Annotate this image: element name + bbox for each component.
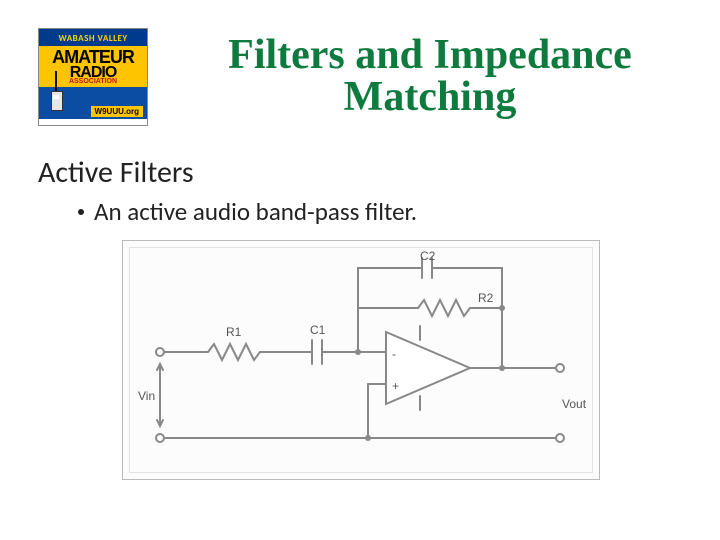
circuit-diagram: - + R1 C1 C2 R2 Vin Vout	[122, 240, 600, 480]
c2-label: C2	[420, 249, 436, 263]
r1-label: R1	[226, 325, 242, 339]
circuit-svg: - + R1 C1 C2 R2 Vin Vout	[130, 248, 590, 472]
opamp-minus-label: -	[392, 347, 396, 361]
page-title: Filters and Impedance Matching	[160, 34, 700, 118]
logo-url: W9UUU.org	[91, 106, 143, 117]
circuit-diagram-inner: - + R1 C1 C2 R2 Vin Vout	[129, 247, 593, 473]
title-line-1: Filters and Impedance	[228, 32, 632, 78]
opamp-plus-label: +	[392, 379, 399, 393]
c1-label: C1	[310, 323, 326, 337]
club-logo: WABASH VALLEY AMATEUR RADIO ASSOCIATION …	[38, 28, 148, 126]
slide: WABASH VALLEY AMATEUR RADIO ASSOCIATION …	[0, 0, 720, 540]
logo-header: WABASH VALLEY	[39, 29, 147, 46]
r2-label: R2	[478, 291, 494, 305]
section-heading: Active Filters	[38, 156, 194, 189]
bullet-text: An active audio band-pass filter.	[94, 198, 417, 226]
logo-footer: W9UUU.org	[39, 87, 147, 119]
title-line-2: Matching	[344, 74, 517, 120]
vin-label: Vin	[138, 389, 155, 403]
bullet-dot-icon	[78, 209, 84, 215]
bullet-item: An active audio band-pass filter.	[78, 198, 417, 226]
handheld-radio-icon	[49, 69, 63, 111]
vout-label: Vout	[562, 397, 587, 411]
